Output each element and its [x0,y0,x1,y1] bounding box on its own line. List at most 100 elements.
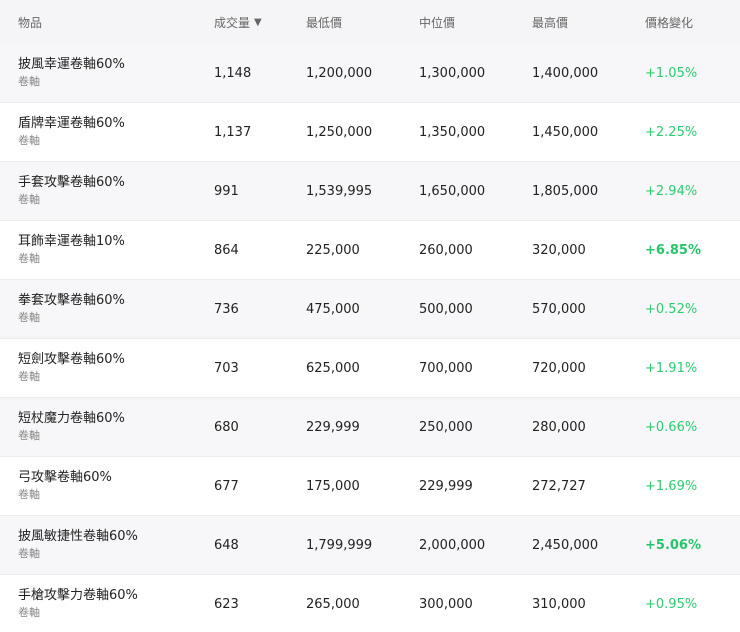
item-category: 卷軸 [18,311,40,324]
header-median[interactable]: 中位價 [419,14,532,31]
volume-cell: 864 [214,242,239,258]
high-price-cell: 1,805,000 [532,183,599,199]
header-volume-label: 成交量 [214,15,251,30]
low-price-cell: 229,999 [306,419,360,435]
table-row[interactable]: 短劍攻擊卷軸60% 卷軸 703 625,000 700,000 720,000… [0,339,740,398]
item-name[interactable]: 耳飾幸運卷軸10% [18,233,214,251]
median-price-cell: 500,000 [419,301,473,317]
low-price-cell: 265,000 [306,596,360,612]
item-category: 卷軸 [18,547,40,560]
item-category: 卷軸 [18,252,40,265]
table-row[interactable]: 拳套攻擊卷軸60% 卷軸 736 475,000 500,000 570,000… [0,280,740,339]
item-cell: 拳套攻擊卷軸60% 卷軸 [0,292,214,326]
low-price-cell: 225,000 [306,242,360,258]
low-price-cell: 175,000 [306,478,360,494]
median-price-cell: 250,000 [419,419,473,435]
header-change[interactable]: 價格變化 [645,14,740,31]
item-cell: 短劍攻擊卷軸60% 卷軸 [0,351,214,385]
price-change-cell: +2.94% [645,183,698,199]
volume-cell: 623 [214,596,239,612]
high-price-cell: 1,450,000 [532,124,599,140]
item-category: 卷軸 [18,75,40,88]
item-name[interactable]: 盾牌幸運卷軸60% [18,115,214,133]
item-category: 卷軸 [18,488,40,501]
volume-cell: 1,148 [214,65,252,81]
item-cell: 手槍攻擊力卷軸60% 卷軸 [0,587,214,621]
table-row[interactable]: 短杖魔力卷軸60% 卷軸 680 229,999 250,000 280,000… [0,398,740,457]
price-table: 物品 成交量 ▼ 最低價 中位價 最高價 價格變化 披風幸運卷軸60% 卷軸 1… [0,0,740,632]
sort-desc-icon: ▼ [254,16,262,28]
median-price-cell: 229,999 [419,478,473,494]
price-change-cell: +0.95% [645,596,698,612]
low-price-cell: 475,000 [306,301,360,317]
item-name[interactable]: 披風幸運卷軸60% [18,56,214,74]
volume-cell: 1,137 [214,124,252,140]
median-price-cell: 300,000 [419,596,473,612]
item-cell: 耳飾幸運卷軸10% 卷軸 [0,233,214,267]
low-price-cell: 1,539,995 [306,183,373,199]
header-low[interactable]: 最低價 [306,14,419,31]
item-name[interactable]: 披風敏捷性卷軸60% [18,528,214,546]
median-price-cell: 700,000 [419,360,473,376]
item-cell: 短杖魔力卷軸60% 卷軸 [0,410,214,444]
header-high[interactable]: 最高價 [532,14,645,31]
price-change-cell: +1.69% [645,478,698,494]
high-price-cell: 272,727 [532,478,586,494]
item-cell: 披風敏捷性卷軸60% 卷軸 [0,528,214,562]
price-change-cell: +2.25% [645,124,698,140]
table-row[interactable]: 手槍攻擊力卷軸60% 卷軸 623 265,000 300,000 310,00… [0,575,740,632]
item-cell: 披風幸運卷軸60% 卷軸 [0,56,214,90]
high-price-cell: 320,000 [532,242,586,258]
item-category: 卷軸 [18,429,40,442]
median-price-cell: 1,650,000 [419,183,486,199]
table-row[interactable]: 披風敏捷性卷軸60% 卷軸 648 1,799,999 2,000,000 2,… [0,516,740,575]
price-change-cell: +1.91% [645,360,698,376]
low-price-cell: 1,799,999 [306,537,373,553]
high-price-cell: 2,450,000 [532,537,599,553]
table-row[interactable]: 弓攻擊卷軸60% 卷軸 677 175,000 229,999 272,727 … [0,457,740,516]
table-row[interactable]: 盾牌幸運卷軸60% 卷軸 1,137 1,250,000 1,350,000 1… [0,103,740,162]
price-change-cell: +0.66% [645,419,698,435]
item-category: 卷軸 [18,134,40,147]
item-cell: 弓攻擊卷軸60% 卷軸 [0,469,214,503]
volume-cell: 736 [214,301,239,317]
high-price-cell: 570,000 [532,301,586,317]
high-price-cell: 1,400,000 [532,65,599,81]
volume-cell: 703 [214,360,239,376]
median-price-cell: 1,350,000 [419,124,486,140]
median-price-cell: 1,300,000 [419,65,486,81]
item-category: 卷軸 [18,370,40,383]
price-change-cell: +0.52% [645,301,698,317]
low-price-cell: 1,250,000 [306,124,373,140]
item-name[interactable]: 手套攻擊卷軸60% [18,174,214,192]
median-price-cell: 2,000,000 [419,537,486,553]
low-price-cell: 1,200,000 [306,65,373,81]
low-price-cell: 625,000 [306,360,360,376]
item-name[interactable]: 手槍攻擊力卷軸60% [18,587,214,605]
item-name[interactable]: 短杖魔力卷軸60% [18,410,214,428]
volume-cell: 680 [214,419,239,435]
table-header: 物品 成交量 ▼ 最低價 中位價 最高價 價格變化 [0,0,740,44]
volume-cell: 677 [214,478,239,494]
high-price-cell: 720,000 [532,360,586,376]
median-price-cell: 260,000 [419,242,473,258]
table-row[interactable]: 耳飾幸運卷軸10% 卷軸 864 225,000 260,000 320,000… [0,221,740,280]
item-cell: 手套攻擊卷軸60% 卷軸 [0,174,214,208]
item-name[interactable]: 短劍攻擊卷軸60% [18,351,214,369]
high-price-cell: 310,000 [532,596,586,612]
item-name[interactable]: 弓攻擊卷軸60% [18,469,214,487]
table-row[interactable]: 手套攻擊卷軸60% 卷軸 991 1,539,995 1,650,000 1,8… [0,162,740,221]
price-change-cell: +1.05% [645,65,698,81]
volume-cell: 648 [214,537,239,553]
item-category: 卷軸 [18,193,40,206]
item-name[interactable]: 拳套攻擊卷軸60% [18,292,214,310]
high-price-cell: 280,000 [532,419,586,435]
price-change-cell: +6.85% [645,242,701,258]
item-cell: 盾牌幸運卷軸60% 卷軸 [0,115,214,149]
header-volume-sort[interactable]: 成交量 ▼ [214,14,306,31]
table-row[interactable]: 披風幸運卷軸60% 卷軸 1,148 1,200,000 1,300,000 1… [0,44,740,103]
volume-cell: 991 [214,183,239,199]
header-item: 物品 [18,15,43,30]
price-change-cell: +5.06% [645,537,701,553]
item-category: 卷軸 [18,606,40,619]
